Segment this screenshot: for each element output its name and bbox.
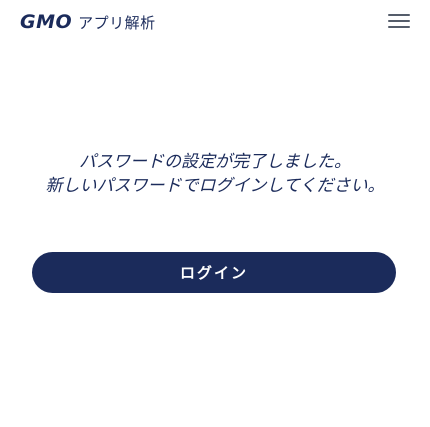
message-line-1: パスワードの設定が完了しました。 [79,152,351,172]
logo-subtitle: アプリ解析 [78,14,156,32]
logo-mark: GMO [20,11,73,33]
logo[interactable]: GMO アプリ解析 [20,11,156,33]
header: GMO アプリ解析 [0,0,430,40]
page: GMO アプリ解析 パスワードの設定が完了しました。 新しいパスワードでログイン… [0,0,430,427]
message-line-2: 新しいパスワードでログインしてください。 [45,176,385,196]
menu-bar-middle [388,20,410,22]
menu-bar-top [388,14,410,16]
completion-message: パスワードの設定が完了しました。 新しいパスワードでログインしてください。 [0,150,430,198]
menu-bar-bottom [388,26,410,28]
hamburger-menu-icon[interactable] [388,12,410,30]
login-button[interactable]: ログイン [32,252,396,293]
